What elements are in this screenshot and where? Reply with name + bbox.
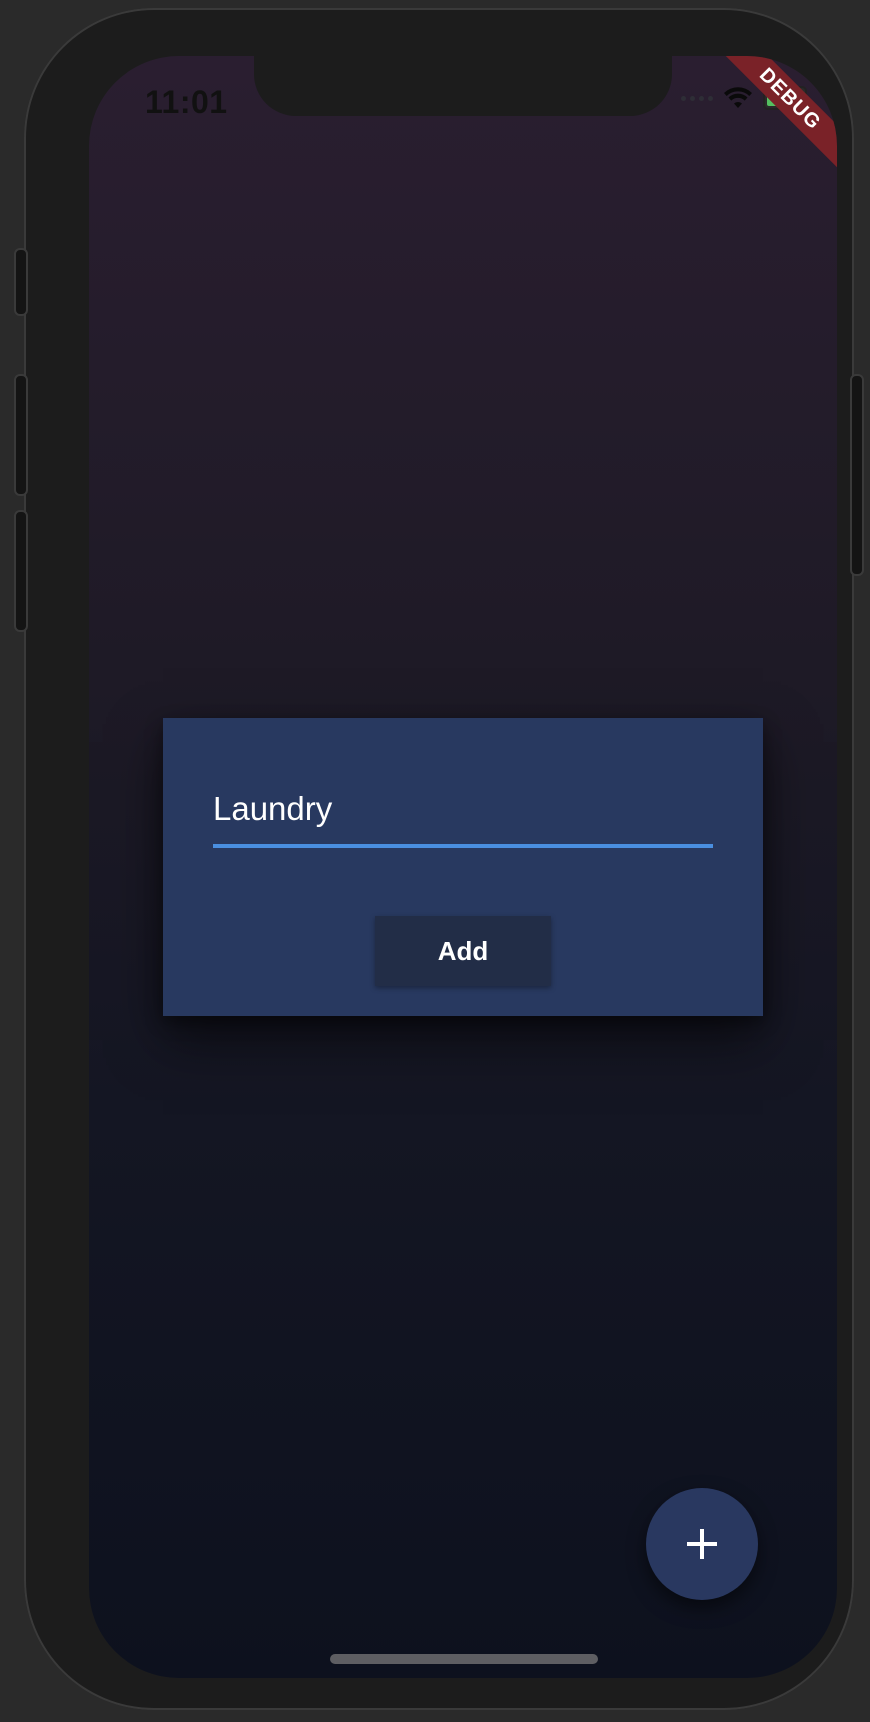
wifi-icon	[724, 87, 752, 108]
plus-icon	[687, 1529, 717, 1559]
status-time: 11:01	[145, 84, 228, 120]
volume-down-button	[14, 510, 28, 632]
power-button	[850, 374, 864, 576]
add-button[interactable]: Add	[375, 916, 551, 986]
debug-banner: DEBUG	[719, 56, 837, 170]
add-fab-button[interactable]	[646, 1488, 758, 1600]
item-name-value[interactable]: Laundry	[213, 790, 332, 828]
item-name-input[interactable]: Laundry	[213, 780, 713, 848]
volume-up-button	[14, 374, 28, 496]
cellular-signal-icon	[681, 95, 713, 101]
phone-frame: 11:01 DEBUG Laundry Add	[14, 8, 864, 1710]
mute-switch	[14, 248, 28, 316]
notch	[254, 56, 672, 116]
app-screen: 11:01 DEBUG Laundry Add	[89, 56, 837, 1678]
add-item-dialog: Laundry Add	[163, 718, 763, 1016]
home-indicator[interactable]	[330, 1654, 598, 1664]
